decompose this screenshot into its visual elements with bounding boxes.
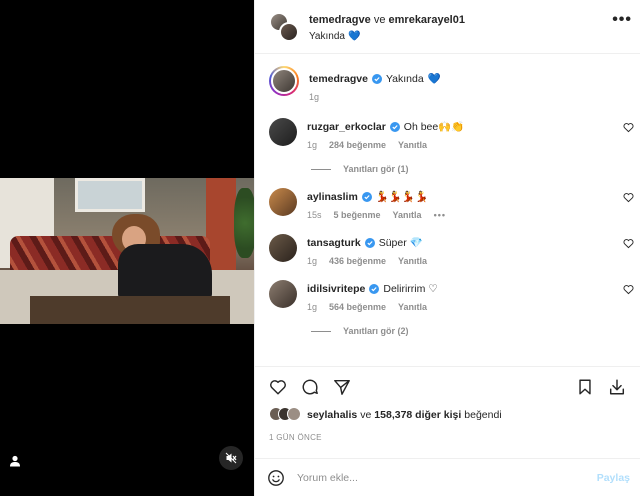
blue-heart-emoji: 💙 bbox=[347, 31, 361, 42]
comment: aylinaslim 💃💃💃💃 15s 5 beğenme Yanıtla ••… bbox=[269, 188, 634, 220]
comment-username[interactable]: ruzgar_erkoclar bbox=[307, 120, 386, 134]
comment-likes[interactable]: 284 beğenme bbox=[329, 140, 386, 150]
story-ring-avatar[interactable] bbox=[269, 66, 299, 96]
verified-badge-icon bbox=[364, 238, 375, 248]
comment-more-options[interactable]: ••• bbox=[434, 210, 446, 220]
post-location: Yakında 💙 bbox=[309, 31, 465, 42]
avatar[interactable] bbox=[269, 188, 297, 216]
instagram-post-modal: temedragve ve emrekarayel01 Yakında 💙 ••… bbox=[0, 0, 640, 496]
post-actions-area: seylahalis ve 158,378 diğer kişi beğendi… bbox=[255, 366, 640, 458]
media-pane bbox=[0, 0, 254, 496]
download-icon[interactable] bbox=[608, 378, 626, 396]
caption-text: Yakında bbox=[385, 73, 424, 85]
post-header: temedragve ve emrekarayel01 Yakında 💙 ••… bbox=[255, 0, 640, 54]
comment-time: 15s bbox=[307, 210, 322, 220]
video-window bbox=[75, 178, 145, 212]
view-replies-label[interactable]: Yanıtları gör (1) bbox=[343, 164, 409, 174]
verified-badge-icon bbox=[389, 122, 400, 132]
caption-time: 1g bbox=[309, 92, 320, 102]
user-tag-icon[interactable] bbox=[8, 454, 22, 468]
comment-likes[interactable]: 436 beğenme bbox=[329, 256, 386, 266]
reply-button[interactable]: Yanıtla bbox=[398, 302, 427, 312]
author-link[interactable]: temedragve bbox=[309, 14, 371, 26]
verified-badge-icon bbox=[369, 284, 380, 294]
caption: temedragve Yakında 💙 1g bbox=[269, 66, 626, 102]
post-timestamp[interactable]: 1 GÜN ÖNCE bbox=[269, 433, 626, 442]
verified-badge-icon bbox=[361, 192, 372, 202]
avatar[interactable] bbox=[269, 280, 297, 308]
author-connector: ve bbox=[373, 14, 386, 26]
comment-text: Süper 💎 bbox=[378, 237, 423, 249]
reply-button[interactable]: Yanıtla bbox=[398, 140, 427, 150]
reply-button[interactable]: Yanıtla bbox=[393, 210, 422, 220]
caption-emoji: 💙 bbox=[427, 73, 441, 85]
comment-username[interactable]: tansagturk bbox=[307, 236, 361, 250]
comment-text: 💃💃💃💃 bbox=[375, 191, 429, 203]
like-comment-heart-icon[interactable] bbox=[623, 238, 634, 249]
comment: tansagturk Süper 💎 1g 436 beğenme Yanıtl… bbox=[269, 234, 634, 266]
post-comment-button[interactable]: Paylaş bbox=[597, 472, 630, 484]
likes-connector: ve bbox=[360, 409, 372, 421]
comment-time: 1g bbox=[307, 256, 318, 266]
view-replies-label[interactable]: Yanıtları gör (2) bbox=[343, 326, 409, 336]
video-person-body bbox=[118, 244, 212, 300]
coauthor-link[interactable]: emrekarayel01 bbox=[389, 14, 465, 26]
avatar[interactable] bbox=[269, 234, 297, 262]
post-details-panel: temedragve ve emrekarayel01 Yakında 💙 ••… bbox=[254, 0, 640, 496]
comment-input[interactable] bbox=[297, 471, 585, 484]
replies-divider bbox=[311, 330, 331, 332]
like-comment-heart-icon[interactable] bbox=[623, 122, 634, 133]
subtitle-text: Yakında bbox=[309, 31, 345, 42]
comment-username[interactable]: aylinaslim bbox=[307, 190, 358, 204]
likes-summary: seylahalis ve 158,378 diğer kişi beğendi bbox=[269, 407, 626, 423]
comment-bubble-icon[interactable] bbox=[301, 378, 319, 396]
comment: idilsivritepe Delirirrim ♡󠅟 1g 564 beğen… bbox=[269, 280, 634, 312]
comment: ruzgar_erkoclar Oh bee🙌👏 1g 284 beğenme … bbox=[269, 118, 634, 150]
collab-avatars[interactable] bbox=[269, 12, 299, 42]
speaker-muted-icon bbox=[225, 452, 237, 464]
comments-list: temedragve Yakında 💙 1g ruzgar_erkoclar … bbox=[255, 54, 640, 366]
avatar bbox=[287, 407, 301, 421]
comment-text: Delirirrim ♡󠅟 bbox=[383, 283, 438, 295]
comment-username[interactable]: idilsivritepe bbox=[307, 282, 365, 296]
view-replies-button[interactable]: Yanıtları gör (2) bbox=[311, 326, 626, 336]
avatar bbox=[279, 22, 299, 42]
comment-likes[interactable]: 5 beğenme bbox=[334, 210, 381, 220]
like-comment-heart-icon[interactable] bbox=[623, 192, 634, 203]
reply-button[interactable]: Yanıtla bbox=[398, 256, 427, 266]
likes-suffix: beğendi bbox=[464, 409, 502, 421]
bookmark-icon[interactable] bbox=[576, 378, 594, 396]
comment-time: 1g bbox=[307, 140, 318, 150]
video-frame[interactable] bbox=[0, 178, 254, 324]
more-options-button[interactable]: ••• bbox=[612, 12, 632, 28]
avatar[interactable] bbox=[269, 118, 297, 146]
comment-text: Oh bee🙌👏 bbox=[403, 121, 465, 133]
mute-button[interactable] bbox=[219, 446, 243, 470]
like-comment-heart-icon[interactable] bbox=[623, 284, 634, 295]
caption-username[interactable]: temedragve bbox=[309, 72, 368, 86]
video-plant bbox=[234, 188, 254, 258]
comment-time: 1g bbox=[307, 302, 318, 312]
post-authors: temedragve ve emrekarayel01 bbox=[309, 14, 465, 26]
liker-username[interactable]: seylahalis bbox=[307, 409, 357, 421]
view-replies-button[interactable]: Yanıtları gör (1) bbox=[311, 164, 626, 174]
like-heart-icon[interactable] bbox=[269, 378, 287, 396]
share-paper-plane-icon[interactable] bbox=[333, 378, 351, 396]
comment-likes[interactable]: 564 beğenme bbox=[329, 302, 386, 312]
video-table bbox=[30, 296, 230, 324]
replies-divider bbox=[311, 168, 331, 170]
emoji-smiley-icon[interactable] bbox=[267, 469, 285, 487]
action-bar bbox=[269, 367, 626, 407]
comment-composer: Paylaş bbox=[255, 458, 640, 496]
likes-count-link[interactable]: 158,378 diğer kişi bbox=[374, 409, 461, 421]
liker-avatars[interactable] bbox=[269, 407, 303, 423]
verified-badge-icon bbox=[371, 74, 382, 84]
